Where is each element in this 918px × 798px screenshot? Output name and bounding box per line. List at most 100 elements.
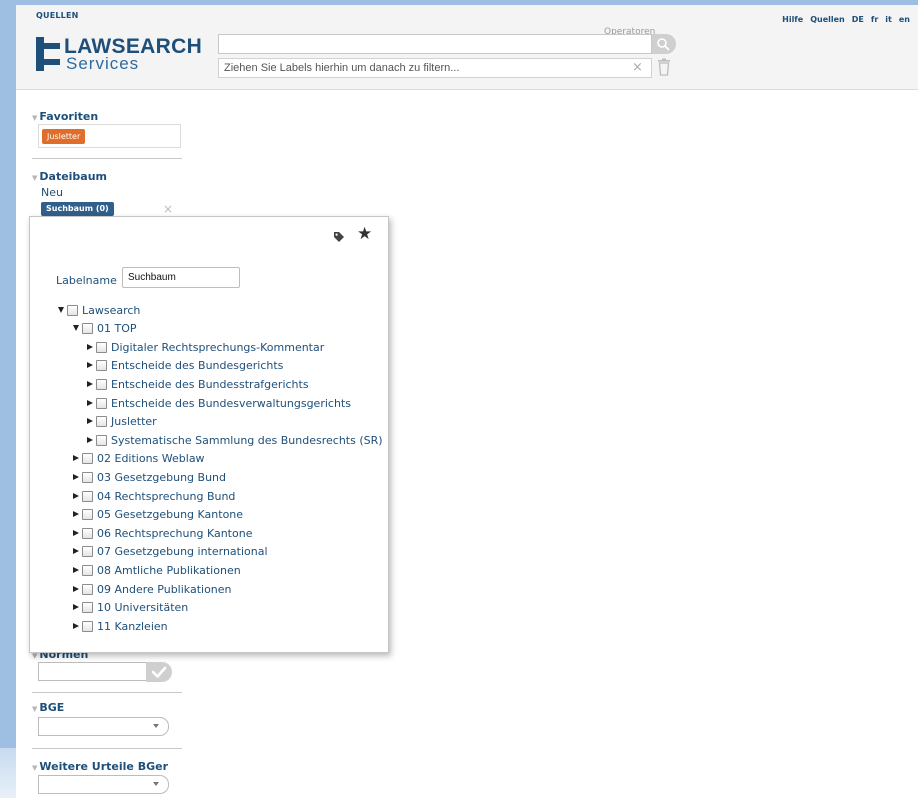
section-label[interactable]: QUELLEN: [36, 11, 79, 20]
divider: [32, 158, 182, 159]
tree-item-label: 04 Rechtsprechung Bund: [97, 489, 236, 503]
bge-title-text: BGE: [39, 701, 65, 714]
tree-checkbox[interactable]: [82, 471, 93, 483]
remove-label-icon[interactable]: ×: [163, 202, 173, 216]
tree-checkbox[interactable]: [96, 434, 107, 446]
tree-item-label: Jusletter: [111, 414, 157, 428]
tag-icon[interactable]: [333, 231, 345, 243]
tree-expanded-icon[interactable]: [58, 307, 64, 313]
tree-collapsed-icon[interactable]: [73, 455, 79, 461]
tree-collapsed-icon[interactable]: [73, 493, 79, 499]
tree-checkbox[interactable]: [96, 378, 107, 390]
normen-confirm-button[interactable]: [146, 662, 172, 682]
tree-checkbox[interactable]: [96, 397, 107, 409]
tree-collapsed-icon[interactable]: [73, 623, 79, 629]
divider: [32, 748, 182, 749]
tree-checkbox[interactable]: [67, 304, 78, 316]
tree-checkbox[interactable]: [82, 601, 93, 613]
label-edit-popup: ★ Labelname Lawsearch 01 TOP Digitaler R…: [29, 216, 389, 653]
label-tag-suchbaum[interactable]: Suchbaum (0): [41, 202, 114, 216]
tree-collapsed-icon[interactable]: [73, 511, 79, 517]
tree-item-label: 03 Gesetzgebung Bund: [97, 470, 226, 484]
weitere-urteile-section-title[interactable]: ▼ Weitere Urteile BGer: [32, 760, 168, 773]
normen-input[interactable]: [38, 662, 148, 681]
tree-checkbox[interactable]: [82, 564, 93, 576]
bge-section-title[interactable]: ▼ BGE: [32, 701, 64, 714]
tree-item[interactable]: 09 Andere Publikationen: [73, 581, 232, 597]
tree-expanded-icon[interactable]: [73, 325, 79, 331]
tree-item-label: Entscheide des Bundesgerichts: [111, 358, 284, 372]
bge-select[interactable]: [38, 717, 169, 736]
tree-item[interactable]: 08 Amtliche Publikationen: [73, 562, 241, 578]
search-icon: [657, 38, 670, 51]
tree-item[interactable]: Lawsearch: [58, 302, 140, 318]
tree-collapsed-icon[interactable]: [73, 604, 79, 610]
tree-item[interactable]: 03 Gesetzgebung Bund: [73, 469, 226, 485]
weitere-urteile-select[interactable]: [38, 775, 169, 794]
label-filter-input[interactable]: [218, 58, 652, 78]
tree-item[interactable]: 01 TOP: [73, 320, 137, 336]
tree-collapsed-icon[interactable]: [87, 418, 93, 424]
tree-checkbox[interactable]: [82, 527, 93, 539]
tree-collapsed-icon[interactable]: [73, 474, 79, 480]
tree-checkbox[interactable]: [82, 490, 93, 502]
tree-item[interactable]: 04 Rechtsprechung Bund: [73, 488, 235, 504]
tree-item[interactable]: Systematische Sammlung des Bundesrechts …: [87, 432, 383, 448]
lang-fr-link[interactable]: fr: [871, 15, 878, 24]
tree-item-label: Entscheide des Bundesverwaltungsgerichts: [111, 396, 351, 410]
sources-link[interactable]: Quellen: [810, 15, 845, 24]
filter-clear-icon[interactable]: ×: [632, 60, 643, 75]
lang-it-link[interactable]: it: [885, 15, 892, 24]
dateibaum-title-text: Dateibaum: [39, 170, 108, 183]
tree-collapsed-icon[interactable]: [87, 400, 93, 406]
window-frame-left-fade: [0, 748, 16, 798]
tree-checkbox[interactable]: [82, 583, 93, 595]
tree-item[interactable]: 10 Universitäten: [73, 599, 188, 615]
lawsearch-logo[interactable]: LAWSEARCH Services: [36, 35, 236, 77]
collapse-triangle-icon: ▼: [32, 764, 38, 772]
tree-collapsed-icon[interactable]: [73, 530, 79, 536]
tree-collapsed-icon[interactable]: [87, 362, 93, 368]
lang-de-link[interactable]: DE: [852, 15, 864, 24]
tree-item[interactable]: Digitaler Rechtsprechungs-Kommentar: [87, 339, 324, 355]
tree-collapsed-icon[interactable]: [73, 567, 79, 573]
trash-icon[interactable]: [657, 58, 671, 76]
tree-collapsed-icon[interactable]: [87, 381, 93, 387]
tree-collapsed-icon[interactable]: [87, 437, 93, 443]
tree-checkbox[interactable]: [96, 415, 107, 427]
collapse-triangle-icon: ▼: [32, 114, 38, 122]
labelname-input[interactable]: [122, 267, 240, 288]
tree-item[interactable]: 02 Editions Weblaw: [73, 450, 205, 466]
new-label-link[interactable]: Neu: [41, 186, 63, 199]
favorite-tag-jusletter[interactable]: Jusletter: [42, 129, 86, 144]
tree-item[interactable]: Entscheide des Bundesstrafgerichts: [87, 376, 309, 392]
tree-collapsed-icon[interactable]: [73, 548, 79, 554]
tree-checkbox[interactable]: [82, 322, 93, 334]
search-input[interactable]: [218, 34, 652, 54]
tree-checkbox[interactable]: [96, 359, 107, 371]
favoriten-section-title[interactable]: ▼ Favoriten: [32, 110, 98, 123]
dateibaum-section-title[interactable]: ▼ Dateibaum: [32, 170, 107, 183]
tree-collapsed-icon[interactable]: [87, 344, 93, 350]
tree-item[interactable]: 06 Rechtsprechung Kantone: [73, 525, 252, 541]
tree-item-label: Lawsearch: [82, 303, 141, 317]
collapse-triangle-icon: ▼: [32, 174, 38, 182]
tree-item[interactable]: 05 Gesetzgebung Kantone: [73, 506, 243, 522]
tree-item[interactable]: Entscheide des Bundesverwaltungsgerichts: [87, 395, 351, 411]
divider: [32, 692, 182, 693]
tree-checkbox[interactable]: [96, 341, 107, 353]
lang-en-link[interactable]: en: [899, 15, 910, 24]
tree-collapsed-icon[interactable]: [73, 586, 79, 592]
tree-item[interactable]: Jusletter: [87, 413, 157, 429]
tree-checkbox[interactable]: [82, 545, 93, 557]
tree-item[interactable]: 11 Kanzleien: [73, 618, 168, 634]
help-link[interactable]: Hilfe: [782, 15, 803, 24]
tree-item-label: 05 Gesetzgebung Kantone: [97, 507, 244, 521]
search-button[interactable]: [652, 34, 676, 54]
tree-checkbox[interactable]: [82, 452, 93, 464]
tree-checkbox[interactable]: [82, 508, 93, 520]
tree-item[interactable]: Entscheide des Bundesgerichts: [87, 357, 283, 373]
tree-checkbox[interactable]: [82, 620, 93, 632]
star-icon[interactable]: ★: [357, 226, 372, 243]
tree-item[interactable]: 07 Gesetzgebung international: [73, 543, 268, 559]
